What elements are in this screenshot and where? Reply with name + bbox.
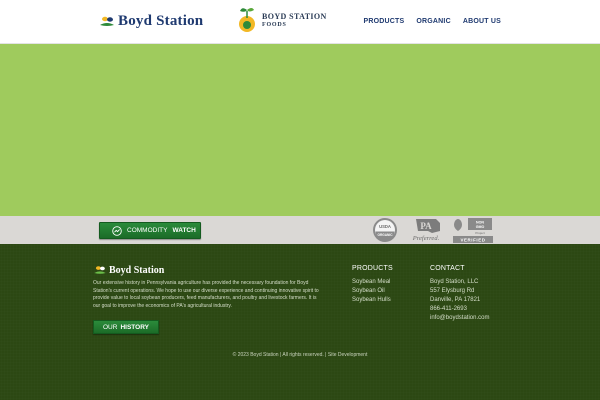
commodity-watch-button[interactable]: COMMODITY WATCH	[99, 222, 201, 239]
our-label: OUR	[103, 323, 118, 331]
non-gmo-project-verified-icon: NON GMO Project VERIFIED	[453, 218, 493, 243]
contact-phone[interactable]: 866-411-2693	[430, 306, 489, 314]
main-nav: PRODUCTS ORGANIC ABOUT US	[363, 18, 501, 25]
soybean-leaf-icon	[100, 16, 114, 26]
contact-company: Boyd Station, LLC	[430, 279, 479, 285]
boyd-station-logo[interactable]: Boyd Station	[99, 13, 203, 30]
footer-logo[interactable]: Boyd Station	[93, 264, 164, 277]
nav-products[interactable]: PRODUCTS	[363, 18, 404, 25]
history-label: HISTORY	[120, 323, 149, 331]
contact-city: Danville, PA 17821	[430, 297, 481, 303]
nav-about-us[interactable]: ABOUT US	[463, 18, 501, 25]
commodity-label: COMMODITY	[127, 227, 168, 234]
nav-organic[interactable]: ORGANIC	[416, 18, 450, 25]
site-header: Boyd Station BOYD STATION FOODS PRODUCTS…	[0, 0, 600, 43]
svg-text:GMO: GMO	[476, 225, 485, 229]
boyd-station-foods-logo[interactable]: BOYD STATION FOODS	[236, 6, 327, 36]
product-link-soybean-hulls[interactable]: Soybean Hulls	[352, 297, 393, 305]
foods-sprout-icon	[239, 8, 255, 32]
usda-organic-seal-icon: USDA ORGANIC	[373, 218, 397, 242]
logo-wordmark: Boyd Station	[118, 13, 204, 29]
svg-text:Project: Project	[475, 231, 485, 235]
foods-logo-line2: FOODS	[262, 22, 287, 28]
svg-text:ORGANIC: ORGANIC	[377, 233, 393, 237]
svg-text:Preferred.: Preferred.	[412, 235, 440, 242]
svg-text:PA: PA	[420, 221, 432, 231]
site-footer: Boyd Station Our extensive history in Pe…	[0, 244, 600, 400]
certification-badges: USDA ORGANIC PA Preferred. NON GMO Proje…	[372, 217, 494, 243]
product-link-soybean-meal[interactable]: Soybean Meal	[352, 279, 393, 287]
our-history-button[interactable]: OUR HISTORY	[93, 320, 159, 334]
footer-products: PRODUCTS Soybean Meal Soybean Oil Soybea…	[352, 265, 393, 305]
footer-logo-wordmark: Boyd Station	[109, 265, 165, 276]
contact-street: 557 Elysburg Rd	[430, 288, 475, 294]
svg-text:VERIFIED: VERIFIED	[460, 238, 485, 243]
contact-heading: CONTACT	[430, 265, 465, 272]
contact-email[interactable]: info@boydstation.com	[430, 315, 489, 323]
trend-chart-icon	[112, 225, 122, 236]
watch-label: WATCH	[172, 227, 196, 234]
pa-preferred-logo-icon: PA Preferred.	[412, 219, 440, 242]
hero-banner	[0, 43, 600, 216]
footer-contact: CONTACT Boyd Station, LLC 557 Elysburg R…	[430, 265, 489, 323]
svg-text:NON: NON	[476, 221, 484, 225]
svg-text:USDA: USDA	[379, 224, 391, 229]
foods-logo-line1: BOYD STATION	[262, 12, 327, 21]
product-link-soybean-oil[interactable]: Soybean Oil	[352, 288, 393, 296]
products-heading: PRODUCTS	[352, 265, 393, 272]
copyright-text: © 2023 Boyd Station | All rights reserve…	[232, 352, 327, 358]
soybean-leaf-icon	[94, 266, 106, 274]
copyright-line: © 2023 Boyd Station | All rights reserve…	[0, 352, 600, 358]
footer-about-text: Our extensive history in Pennsylvania ag…	[93, 280, 319, 309]
commodity-bar: COMMODITY WATCH USDA ORGANIC PA Preferre…	[0, 216, 600, 244]
site-development-link[interactable]: Site Development	[328, 352, 367, 358]
